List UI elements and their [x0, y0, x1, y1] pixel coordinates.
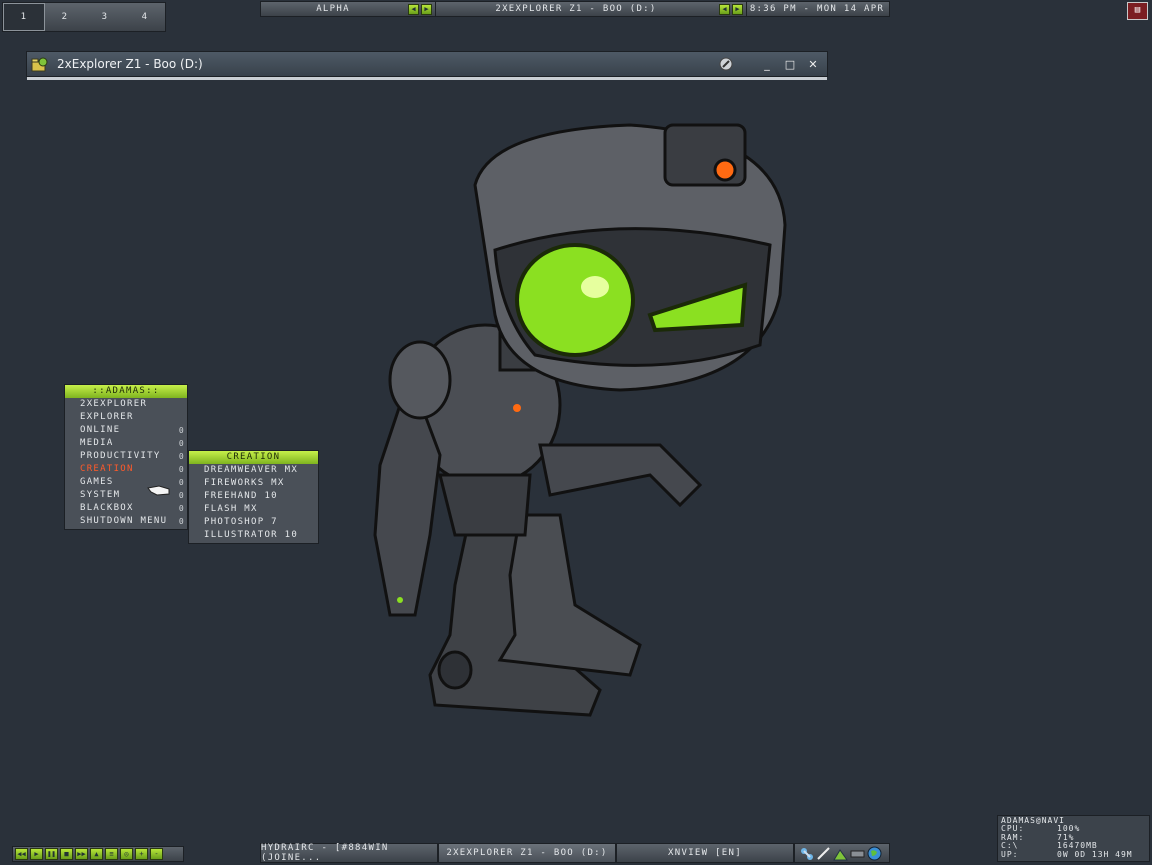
submenu-indicator: 0: [178, 452, 185, 461]
clock: 8:36 PM - Mon 14 Apr: [749, 4, 885, 14]
stats-row-uptime: UP: 0w 0d 13h 49m: [1001, 849, 1133, 859]
menu-item-online[interactable]: Online 0: [65, 424, 187, 437]
workspace-switcher: 1 2 3 4: [2, 2, 166, 32]
workspace-name: Alpha: [316, 4, 350, 14]
submenu-indicator: 0: [178, 439, 185, 448]
explorer-window-titlebar[interactable]: 2xExplorer Z1 - Boo (D:) _ □ ✕: [26, 51, 828, 80]
play-icon[interactable]: ▶: [30, 848, 43, 860]
minimize-button[interactable]: _: [759, 57, 775, 73]
window-arrows: ◀ ▶: [716, 2, 746, 16]
playlist-icon[interactable]: ≡: [105, 848, 118, 860]
submenu-indicator: 0: [178, 465, 185, 474]
system-tray: [794, 843, 890, 863]
active-window-title: 2xExplorer Z1 - Boo (D:): [495, 4, 657, 14]
system-stats-panel: adamas@navi CPU: 100% RAM: 71% C:\ 16470MB …: [997, 815, 1150, 862]
open-icon[interactable]: ▲: [90, 848, 103, 860]
task-hydrairc[interactable]: HydraIRC - [#884win (Joine...: [260, 843, 438, 863]
stop-icon[interactable]: ■: [60, 848, 73, 860]
menu-item-2xexplorer[interactable]: 2xExplorer: [65, 398, 187, 411]
submenu-indicator: 0: [178, 491, 185, 500]
menu-item-explorer[interactable]: Explorer: [65, 411, 187, 424]
network-icon[interactable]: [799, 846, 814, 861]
close-button[interactable]: ✕: [805, 57, 821, 73]
window-border: [27, 77, 827, 80]
next-workspace-button[interactable]: ▶: [421, 3, 432, 15]
submenu-item-fireworks[interactable]: Fireworks MX: [189, 477, 318, 490]
fast-forward-icon[interactable]: ▶▶: [75, 848, 88, 860]
workspace-1[interactable]: 1: [3, 3, 45, 31]
window-title: 2xExplorer Z1 - Boo (D:): [57, 57, 203, 71]
options-icon[interactable]: ◎: [120, 848, 133, 860]
hand-cursor-icon: [147, 485, 170, 496]
submenu-indicator: 0: [178, 478, 185, 487]
robot-wallpaper: [373, 123, 787, 717]
taskbar: HydraIRC - [#884win (Joine... 2xExplorer…: [260, 843, 890, 863]
folder-app-icon: [31, 57, 48, 72]
volume-up-icon[interactable]: +: [135, 848, 148, 860]
volume-down-icon[interactable]: -: [150, 848, 163, 860]
prev-window-button[interactable]: ◀: [719, 3, 730, 15]
menu-header: ::Adamas::: [65, 385, 187, 398]
task-xnview[interactable]: XnView [EN]: [616, 843, 794, 863]
task-2xexplorer[interactable]: 2xExplorer Z1 - Boo (D:): [438, 843, 616, 863]
memory-icon[interactable]: [850, 846, 865, 861]
submenu-indicator: 0: [178, 517, 185, 526]
workspace-4[interactable]: 4: [125, 3, 165, 31]
menu-item-creation[interactable]: Creation 0: [65, 463, 187, 476]
submenu-indicator: 0: [178, 504, 185, 513]
menu-item-shutdown[interactable]: Shutdown Menu 0: [65, 515, 187, 528]
submenu-header: Creation: [189, 451, 318, 464]
chart-icon[interactable]: [833, 846, 848, 861]
root-menu: ::Adamas:: 2xExplorer Explorer Online 0 M…: [64, 384, 188, 530]
submenu-item-illustrator[interactable]: Illustrator 10: [189, 529, 318, 542]
submenu-item-dreamweaver[interactable]: Dreamweaver MX: [189, 464, 318, 477]
workspace-arrows: ◀ ▶: [405, 2, 435, 16]
media-controls: ◀◀ ▶ ❚❚ ■ ▶▶ ▲ ≡ ◎ + -: [12, 846, 184, 862]
pen-icon[interactable]: [816, 846, 831, 861]
submenu-item-freehand[interactable]: Freehand 10: [189, 490, 318, 503]
submenu-indicator: 0: [178, 426, 185, 435]
menu-item-blackbox[interactable]: Blackbox 0: [65, 502, 187, 515]
top-toolbar: Alpha ◀ ▶ 2xExplorer Z1 - Boo (D:) ◀ ▶ 8…: [260, 1, 890, 17]
creation-submenu: Creation Dreamweaver MX Fireworks MX Fre…: [188, 450, 319, 544]
globe-icon[interactable]: [867, 846, 882, 861]
maximize-button[interactable]: □: [782, 57, 798, 73]
shade-icon[interactable]: [719, 57, 733, 71]
submenu-item-photoshop[interactable]: Photoshop 7: [189, 516, 318, 529]
submenu-item-flash[interactable]: Flash MX: [189, 503, 318, 516]
next-window-button[interactable]: ▶: [732, 3, 743, 15]
workspace-2[interactable]: 2: [45, 3, 85, 31]
menu-item-media[interactable]: Media 0: [65, 437, 187, 450]
menu-item-productivity[interactable]: Productivity 0: [65, 450, 187, 463]
workspace-3[interactable]: 3: [85, 3, 125, 31]
prev-workspace-button[interactable]: ◀: [408, 3, 419, 15]
pause-icon[interactable]: ❚❚: [45, 848, 58, 860]
tray-app-icon[interactable]: ▤: [1127, 2, 1148, 20]
rewind-icon[interactable]: ◀◀: [15, 848, 28, 860]
